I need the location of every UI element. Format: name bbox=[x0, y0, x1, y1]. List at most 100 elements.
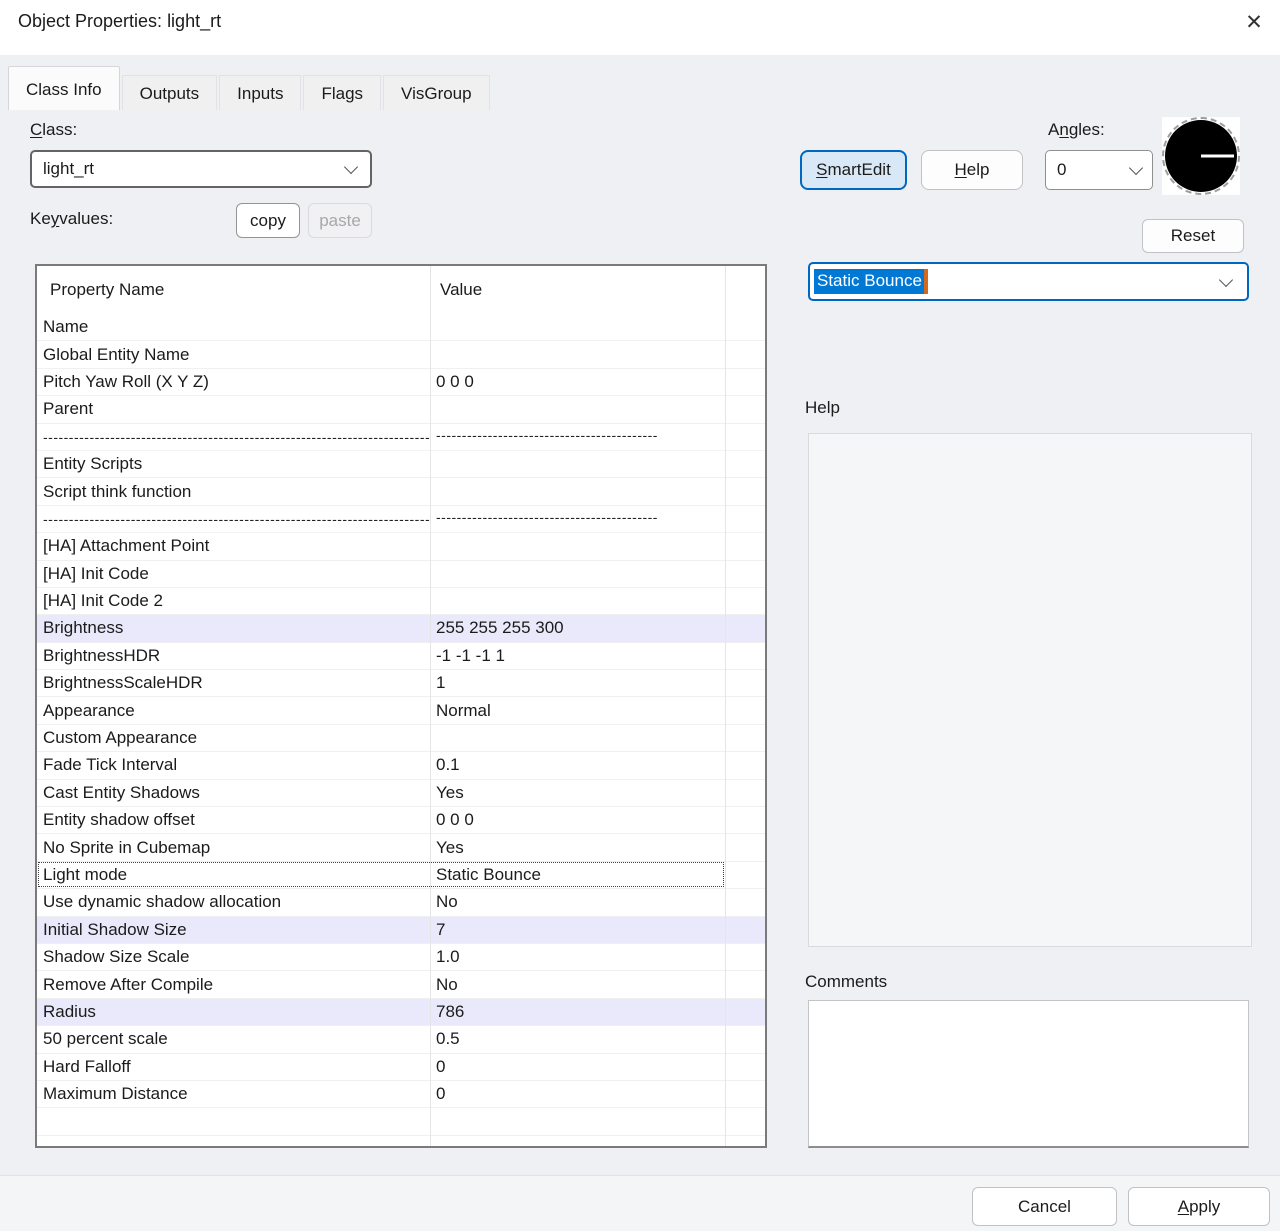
class-combobox[interactable]: light_rt bbox=[30, 150, 372, 188]
table-row[interactable]: Name bbox=[37, 314, 765, 341]
reset-button[interactable]: Reset bbox=[1142, 219, 1244, 253]
angle-dial-face bbox=[1165, 120, 1237, 192]
table-row[interactable]: Cast Entity ShadowsYes bbox=[37, 780, 765, 807]
paste-button: paste bbox=[308, 203, 372, 238]
table-row[interactable]: [HA] Attachment Point bbox=[37, 533, 765, 560]
value-combobox[interactable]: Static Bounce bbox=[808, 262, 1249, 301]
copy-button[interactable]: copy bbox=[236, 203, 300, 238]
title-bar: Object Properties: light_rt ✕ bbox=[0, 0, 1280, 55]
comments-label: Comments bbox=[805, 972, 887, 992]
table-row[interactable]: No Sprite in CubemapYes bbox=[37, 834, 765, 861]
property-name-cell: [HA] Init Code 2 bbox=[37, 591, 430, 611]
table-separator-row: ----------------------------------------… bbox=[37, 424, 765, 451]
table-header-row: Property Name Value bbox=[37, 266, 765, 314]
property-value-cell: 0 0 0 bbox=[430, 372, 725, 392]
apply-button[interactable]: Apply bbox=[1128, 1187, 1270, 1226]
table-row[interactable]: AppearanceNormal bbox=[37, 697, 765, 724]
tab-class-info[interactable]: Class Info bbox=[8, 66, 120, 110]
property-name-cell: Light mode bbox=[37, 865, 430, 885]
tab-visgroup[interactable]: VisGroup bbox=[383, 75, 490, 110]
table-row[interactable]: Light modeStatic Bounce bbox=[37, 862, 765, 889]
table-row[interactable]: Fade Tick Interval0.1 bbox=[37, 752, 765, 779]
table-row[interactable]: Global Entity Name bbox=[37, 341, 765, 368]
property-value-cell: 255 255 255 300 bbox=[430, 618, 725, 638]
chevron-down-icon bbox=[344, 160, 358, 174]
table-row[interactable]: Script think function bbox=[37, 478, 765, 505]
cancel-button[interactable]: Cancel bbox=[972, 1187, 1117, 1226]
property-value-cell: 0.5 bbox=[430, 1029, 725, 1049]
property-name-cell: Entity shadow offset bbox=[37, 810, 430, 830]
property-name-cell: Shadow Size Scale bbox=[37, 947, 430, 967]
tab-inputs[interactable]: Inputs bbox=[219, 75, 301, 110]
property-value-cell: 0 bbox=[430, 1084, 725, 1104]
class-combobox-value: light_rt bbox=[32, 159, 94, 179]
table-row[interactable]: Use dynamic shadow allocationNo bbox=[37, 889, 765, 916]
table-row[interactable]: Shadow Size Scale1.0 bbox=[37, 944, 765, 971]
property-value-cell: ----------------------------------------… bbox=[430, 427, 725, 446]
help-panel-label: Help bbox=[805, 398, 840, 418]
angle-dial[interactable] bbox=[1162, 117, 1240, 195]
angles-combobox-value: 0 bbox=[1046, 160, 1066, 180]
table-row[interactable]: Maximum Distance0 bbox=[37, 1081, 765, 1108]
property-value-cell: 0 0 0 bbox=[430, 810, 725, 830]
property-name-cell: Cast Entity Shadows bbox=[37, 783, 430, 803]
table-empty-row bbox=[37, 1136, 765, 1148]
property-name-cell: ----------------------------------------… bbox=[37, 429, 430, 445]
text-caret bbox=[924, 269, 928, 294]
property-value-cell: No bbox=[430, 892, 725, 912]
property-name-cell: Brightness bbox=[37, 618, 430, 638]
property-name-cell: BrightnessScaleHDR bbox=[37, 673, 430, 693]
table-row[interactable]: Custom Appearance bbox=[37, 725, 765, 752]
property-name-cell: No Sprite in Cubemap bbox=[37, 838, 430, 858]
property-name-cell: ----------------------------------------… bbox=[37, 511, 430, 527]
angles-label: Angles: bbox=[1048, 120, 1105, 140]
table-row[interactable]: Entity Scripts bbox=[37, 451, 765, 478]
property-name-cell: Use dynamic shadow allocation bbox=[37, 892, 430, 912]
table-row[interactable]: Entity shadow offset0 0 0 bbox=[37, 807, 765, 834]
property-name-cell: Global Entity Name bbox=[37, 345, 430, 365]
property-value-cell: No bbox=[430, 975, 725, 995]
tab-flags[interactable]: Flags bbox=[303, 75, 381, 110]
table-row[interactable]: Brightness255 255 255 300 bbox=[37, 615, 765, 642]
table-row[interactable]: Initial Shadow Size7 bbox=[37, 917, 765, 944]
property-name-cell: [HA] Init Code bbox=[37, 564, 430, 584]
column-header-property: Property Name bbox=[37, 280, 430, 300]
table-row[interactable]: Parent bbox=[37, 396, 765, 423]
property-name-cell: Fade Tick Interval bbox=[37, 755, 430, 775]
property-value-cell: 1.0 bbox=[430, 947, 725, 967]
table-row[interactable]: BrightnessScaleHDR1 bbox=[37, 670, 765, 697]
column-header-value: Value bbox=[430, 280, 765, 300]
comments-input[interactable] bbox=[808, 1000, 1249, 1148]
tab-bar: Class InfoOutputsInputsFlagsVisGroup bbox=[8, 66, 492, 110]
keyvalues-label: Keyvalues: bbox=[30, 209, 113, 229]
property-value-cell: Yes bbox=[430, 783, 725, 803]
table-row[interactable]: [HA] Init Code 2 bbox=[37, 588, 765, 615]
property-name-cell: Parent bbox=[37, 399, 430, 419]
property-value-cell: Normal bbox=[430, 701, 725, 721]
property-value-cell: 0.1 bbox=[430, 755, 725, 775]
property-value-cell: 786 bbox=[430, 1002, 725, 1022]
table-row[interactable]: BrightnessHDR-1 -1 -1 1 bbox=[37, 643, 765, 670]
window-title: Object Properties: light_rt bbox=[18, 11, 221, 32]
property-value-cell: -1 -1 -1 1 bbox=[430, 646, 725, 666]
smartedit-button[interactable]: SmartEdit bbox=[800, 150, 907, 190]
table-row[interactable]: Pitch Yaw Roll (X Y Z)0 0 0 bbox=[37, 369, 765, 396]
help-panel-content bbox=[808, 433, 1252, 947]
property-name-cell: Pitch Yaw Roll (X Y Z) bbox=[37, 372, 430, 392]
close-icon[interactable]: ✕ bbox=[1236, 6, 1272, 38]
table-row[interactable]: [HA] Init Code bbox=[37, 561, 765, 588]
property-name-cell: Entity Scripts bbox=[37, 454, 430, 474]
angles-combobox[interactable]: 0 bbox=[1045, 150, 1153, 190]
tab-outputs[interactable]: Outputs bbox=[122, 75, 218, 110]
property-name-cell: Custom Appearance bbox=[37, 728, 430, 748]
chevron-down-icon bbox=[1219, 272, 1233, 286]
property-name-cell: Script think function bbox=[37, 482, 430, 502]
table-row[interactable]: Radius786 bbox=[37, 999, 765, 1026]
property-value-cell: Static Bounce bbox=[430, 865, 725, 885]
table-row[interactable]: 50 percent scale0.5 bbox=[37, 1026, 765, 1053]
table-row[interactable]: Hard Falloff0 bbox=[37, 1054, 765, 1081]
property-name-cell: Radius bbox=[37, 1002, 430, 1022]
help-button[interactable]: Help bbox=[921, 150, 1023, 190]
property-value-cell: 0 bbox=[430, 1057, 725, 1077]
table-row[interactable]: Remove After CompileNo bbox=[37, 971, 765, 998]
